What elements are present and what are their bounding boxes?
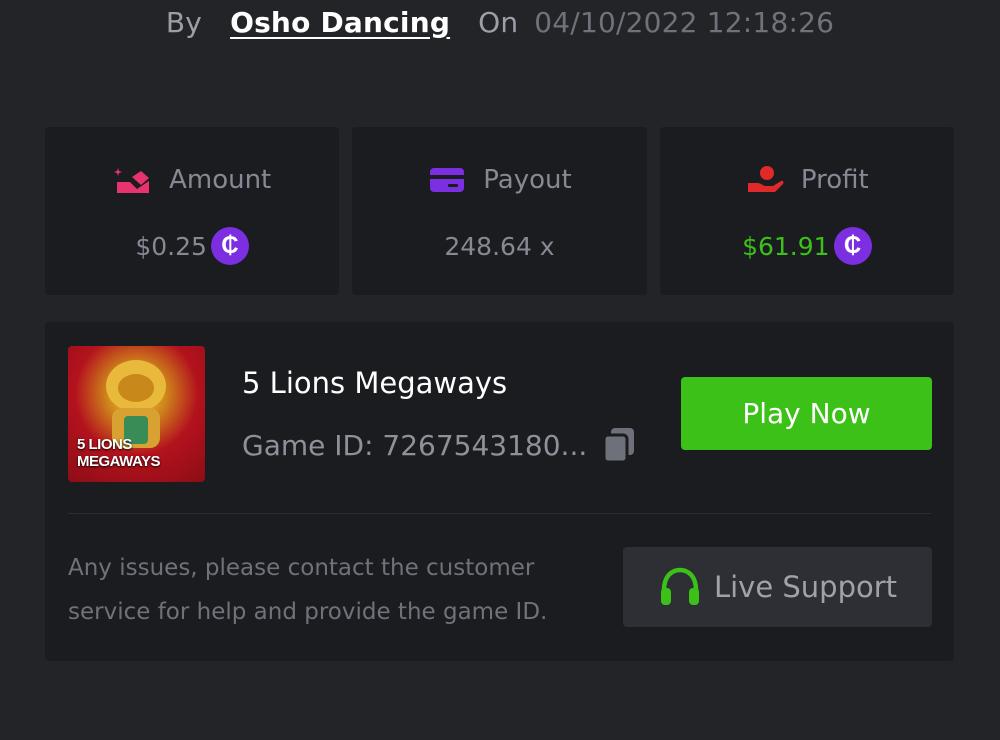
- amount-bet-icon: [113, 165, 153, 195]
- coin-icon: ₵: [210, 227, 249, 265]
- game-id-row: Game ID: 7267543180...: [242, 426, 637, 464]
- game-thumbnail[interactable]: 5 LIONS MEGAWAYS: [68, 346, 205, 482]
- copy-icon[interactable]: [601, 426, 637, 464]
- bet-byline: By Osho Dancing On 04/10/2022 12:18:26: [0, 0, 1000, 44]
- username-link[interactable]: Osho Dancing: [230, 6, 450, 39]
- game-title: 5 Lions Megaways: [242, 366, 508, 400]
- bet-stats: Amount $0.25 ₵ Payout 248.64 x Profit $6…: [45, 127, 954, 295]
- amount-value: $0.25: [135, 231, 207, 261]
- hand-coin-icon: [745, 165, 785, 195]
- payout-label: Payout: [483, 165, 572, 195]
- profit-stat-card: Profit $61.91 ₵: [659, 127, 954, 295]
- live-support-label: Live Support: [713, 570, 898, 604]
- play-now-button[interactable]: Play Now: [681, 377, 932, 450]
- payout-value-row: 248.64 x: [444, 227, 554, 265]
- payout-value: 248.64 x: [444, 231, 555, 261]
- profit-value: $61.91: [742, 231, 830, 261]
- payout-stat-card: Payout 248.64 x: [352, 127, 647, 295]
- profit-label: Profit: [800, 165, 869, 195]
- amount-label: Amount: [169, 165, 272, 195]
- profit-value-row: $61.91 ₵: [742, 227, 872, 265]
- game-card: 5 LIONS MEGAWAYS 5 Lions Megaways Game I…: [45, 322, 954, 661]
- amount-value-row: $0.25 ₵: [135, 227, 249, 265]
- bet-timestamp: 04/10/2022 12:18:26: [534, 5, 835, 39]
- amount-stat-card: Amount $0.25 ₵: [45, 127, 340, 295]
- game-id: Game ID: 7267543180...: [242, 428, 588, 462]
- by-label: By: [165, 5, 203, 39]
- thumbnail-title: 5 LIONS MEGAWAYS: [77, 436, 160, 470]
- help-text: Any issues, please contact the customer …: [68, 555, 548, 625]
- coin-icon: ₵: [833, 227, 872, 265]
- headset-icon: [658, 566, 702, 608]
- live-support-button[interactable]: Live Support: [623, 547, 932, 627]
- divider: [68, 513, 931, 514]
- on-label: On: [478, 5, 519, 39]
- card-icon: [427, 165, 467, 195]
